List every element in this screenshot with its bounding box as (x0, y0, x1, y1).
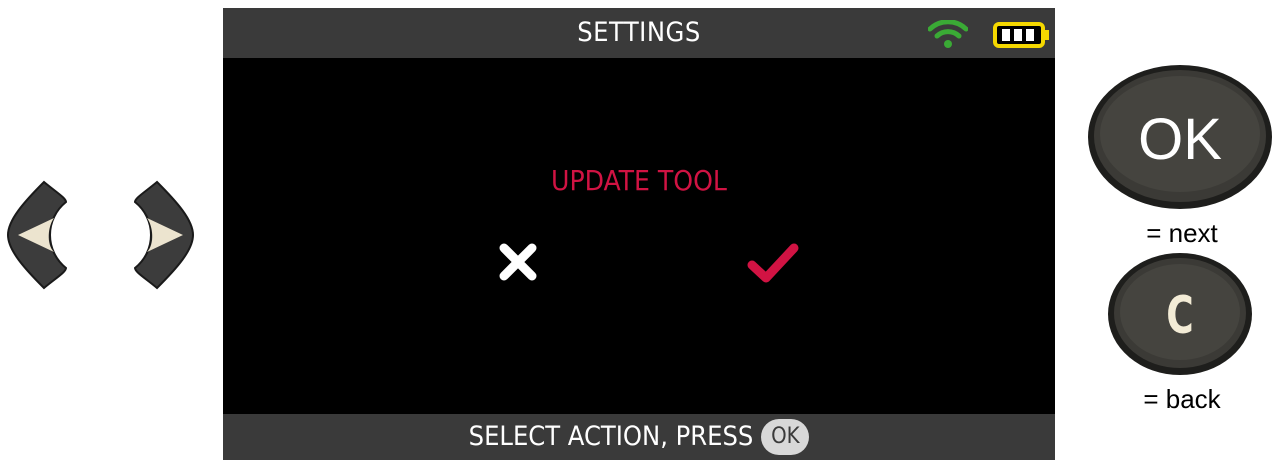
update-tool-prompt: UPDATE TOOL (551, 164, 727, 197)
right-arrow-button[interactable] (133, 180, 197, 290)
action-hint: SELECT ACTION, PRESS (468, 421, 754, 452)
arrow-right-icon (133, 180, 195, 290)
ok-key-hint: OK (761, 419, 810, 455)
wifi-icon (928, 20, 968, 48)
device-screen: SETTINGS UPDATE TOOL SELECT ACTION, PRES… (223, 8, 1055, 460)
c-legend: = back (1143, 384, 1221, 414)
hint-bar: SELECT ACTION, PRESS OK (223, 414, 1055, 460)
ok-button[interactable] (1085, 62, 1275, 212)
left-arrow-button[interactable] (4, 180, 68, 290)
cross-icon[interactable] (497, 241, 539, 283)
ok-legend: = next (1146, 218, 1218, 248)
battery-icon (993, 22, 1049, 48)
checkmark-icon[interactable] (747, 241, 799, 285)
c-button[interactable] (1106, 252, 1254, 377)
arrow-left-icon (6, 180, 68, 290)
